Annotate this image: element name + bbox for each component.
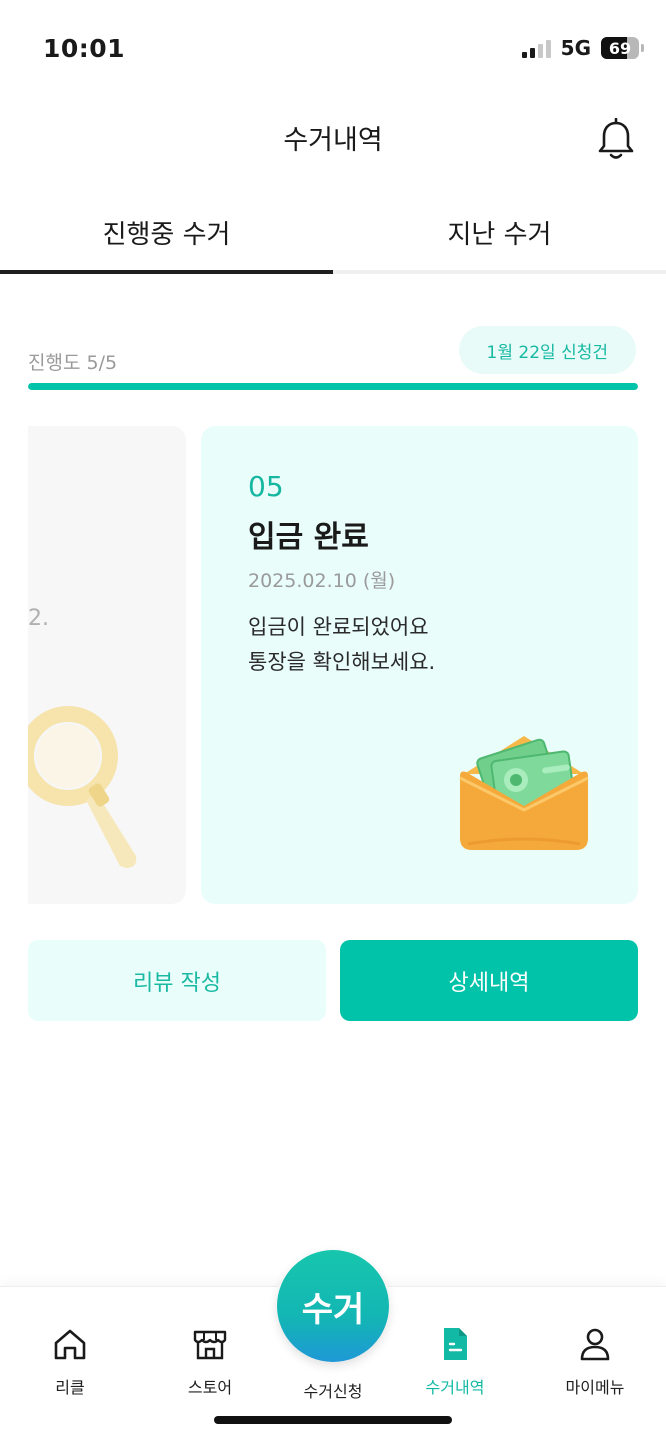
write-review-button[interactable]: 리뷰 작성 [28, 940, 326, 1021]
previous-card-text: 2. [28, 606, 49, 631]
step-carousel[interactable]: 2. 05 입금 완료 2025.02.10 (월) 입금이 완료되었어요 통장… [28, 426, 638, 904]
step-description: 입금이 완료되었어요 통장을 확인해보세요. [248, 610, 435, 680]
nav-label-home: 리클 [55, 1378, 85, 1397]
document-icon [444, 1328, 467, 1360]
tab-past[interactable]: 지난 수거 [333, 196, 666, 274]
header: 수거내역 [0, 96, 666, 180]
nav-item-my-menu[interactable]: 마이메뉴 [540, 1326, 650, 1398]
home-icon [54, 1329, 86, 1360]
nav-item-home[interactable]: 리클 [15, 1326, 125, 1398]
battery-icon: 69 [601, 37, 639, 59]
previous-step-card[interactable]: 2. [28, 426, 186, 904]
battery-cap [641, 44, 644, 52]
progress-bar [28, 383, 638, 390]
progress-label: 진행도 5/5 [28, 352, 118, 374]
signal-icon [521, 38, 551, 58]
page-title: 수거내역 [283, 125, 383, 156]
store-icon [193, 1330, 227, 1360]
magnifier-icon [28, 706, 137, 868]
details-button[interactable]: 상세내역 [340, 940, 638, 1021]
progress-fill [28, 383, 638, 390]
step-description-line1: 입금이 완료되었어요 [248, 615, 429, 639]
status-bar: 10:01 5G 69 [0, 0, 666, 96]
tab-bar: 진행중 수거 지난 수거 [0, 196, 666, 274]
current-step-card[interactable]: 05 입금 완료 2025.02.10 (월) 입금이 완료되었어요 통장을 확… [201, 426, 638, 904]
nav-label-store: 스토어 [187, 1378, 233, 1397]
bell-icon[interactable] [596, 118, 636, 162]
step-date: 2025.02.10 (월) [248, 570, 396, 592]
nav-label-pickup-request[interactable]: 수거신청 [278, 1378, 388, 1402]
step-number: 05 [248, 470, 284, 503]
person-icon [580, 1328, 610, 1361]
pickup-fab-button[interactable]: 수거 [277, 1250, 389, 1362]
date-pill: 1월 22일 신청건 [458, 326, 636, 374]
home-indicator [214, 1416, 452, 1424]
status-indicators: 5G 69 [521, 36, 644, 60]
step-description-line2: 통장을 확인해보세요. [248, 650, 436, 674]
battery-level: 69 [608, 38, 632, 58]
nav-item-store[interactable]: 스토어 [155, 1326, 265, 1398]
network-label: 5G [560, 36, 591, 60]
nav-item-history[interactable]: 수거내역 [400, 1326, 510, 1398]
tab-in-progress[interactable]: 진행중 수거 [0, 196, 333, 274]
nav-label-history: 수거내역 [425, 1378, 485, 1397]
nav-label-my-menu: 마이메뉴 [565, 1378, 625, 1397]
money-envelope-icon [459, 736, 589, 850]
status-time: 10:01 [43, 34, 126, 63]
step-title: 입금 완료 [248, 520, 369, 555]
